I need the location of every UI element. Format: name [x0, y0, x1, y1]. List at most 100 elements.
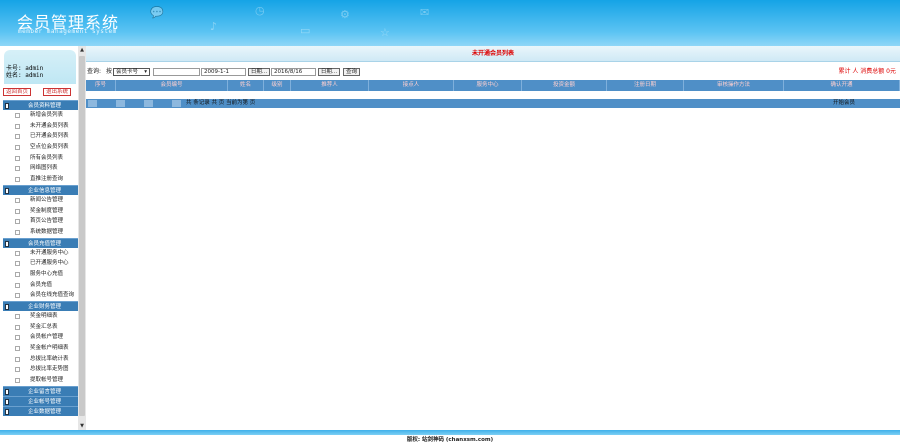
menu-item[interactable]: 服务中心充值: [3, 269, 78, 280]
menu-item[interactable]: 总拔比率统计表: [3, 354, 78, 365]
menu-group-label: 企业留言管理: [28, 388, 62, 395]
menu-item[interactable]: 已开通服务中心: [3, 258, 78, 269]
copyright-text: 版权: 站剑神码 (chanxsm.com): [406, 437, 494, 443]
date-from-input[interactable]: 2009-1-1: [201, 68, 246, 76]
menu-item[interactable]: 新闻公告管理: [3, 195, 78, 206]
pager-text: 共 条记录 共 页 当前为第 页: [186, 100, 256, 106]
column-header: 确认开通: [784, 80, 900, 91]
menu-group-label: 企业信息管理: [28, 187, 62, 194]
menu-group[interactable]: 企业留言管理: [3, 385, 78, 396]
menu-item-label: 会员充值: [30, 281, 53, 288]
menu-item-label: 直推注册查询: [30, 176, 64, 183]
menu-item[interactable]: 首页公告管理: [3, 216, 78, 227]
bullet-icon: [15, 378, 20, 384]
dropdown-arrow-icon: ▾: [144, 69, 147, 75]
bullet-icon: [15, 177, 20, 183]
next-page-button[interactable]: [144, 100, 153, 107]
keyword-input[interactable]: [153, 68, 200, 76]
menu-group[interactable]: 企业信息管理: [3, 184, 78, 195]
menu-item[interactable]: 总拔比率走势图: [3, 364, 78, 375]
star-icon: ☆: [380, 26, 390, 39]
search-button[interactable]: 查询: [343, 68, 360, 76]
column-header: 审核操作方法: [684, 80, 784, 91]
menu-item[interactable]: 直推注册查询: [3, 174, 78, 185]
bullet-icon: [15, 197, 20, 203]
logout-button[interactable]: 退出系统: [43, 88, 72, 96]
menu-item-label: 总拔比率走势图: [30, 366, 69, 373]
menu-item[interactable]: 所有会员列表: [3, 153, 78, 164]
app-subtitle: member management system: [18, 28, 117, 35]
bullet-icon: [15, 282, 20, 288]
bullet-icon: [15, 134, 20, 140]
menu-item-label: 奖金帐户明细表: [30, 345, 69, 352]
query-label: 查询:: [87, 68, 102, 75]
menu-item[interactable]: 未开通会员列表: [3, 121, 78, 132]
menu-item[interactable]: 奖金制度管理: [3, 206, 78, 217]
bullet-icon: [15, 324, 20, 330]
menu-item[interactable]: 会员充值: [3, 280, 78, 291]
book-icon: [5, 103, 9, 109]
prev-page-button[interactable]: [116, 100, 125, 107]
menu-item-label: 首页公告管理: [30, 218, 64, 225]
menu-group-label: 企业数据管理: [28, 408, 62, 415]
bullet-icon: [15, 123, 20, 129]
menu-item[interactable]: 网络图列表: [3, 163, 78, 174]
menu-group[interactable]: 企业帐号管理: [3, 395, 78, 406]
date-to-button[interactable]: 日期...: [318, 68, 340, 76]
menu-item-label: 新增会员列表: [30, 112, 64, 118]
scrollbar-thumb[interactable]: [79, 56, 85, 416]
menu-item[interactable]: 系统数据管理: [3, 227, 78, 238]
menu-item-label: 会员帐户管理: [30, 334, 64, 341]
menu-group[interactable]: 会员资料管理: [3, 100, 78, 110]
field-select-value: 会员卡号: [116, 69, 139, 75]
sidebar-top-buttons: 返回首页 退出系统: [3, 88, 79, 97]
column-header: 投资金额: [522, 80, 607, 91]
by-label: 按: [106, 68, 113, 75]
first-page-button[interactable]: [88, 100, 97, 107]
envelope-icon: ✉: [420, 6, 430, 19]
gear-icon: ⚙: [340, 8, 350, 21]
scroll-down-arrow-icon[interactable]: ▼: [78, 422, 86, 430]
pager-bar: 共 条记录 共 页 当前为第 页 开始会员: [86, 99, 900, 108]
menu-item-label: 会员在线充值查询: [30, 292, 75, 299]
column-header: 序号: [86, 80, 116, 91]
menu-item[interactable]: 新增会员列表: [3, 110, 78, 121]
column-header: 接点人: [369, 80, 454, 91]
menu-item[interactable]: 已开通会员列表: [3, 131, 78, 142]
user-name: 姓名: admin: [6, 72, 44, 79]
menu-item-label: 已开通服务中心: [30, 260, 69, 267]
book-icon: [5, 398, 9, 405]
menu-item[interactable]: 提取帐号管理: [3, 375, 78, 386]
field-select[interactable]: 会员卡号 ▾: [113, 68, 150, 76]
menu-item[interactable]: 会员帐户管理: [3, 332, 78, 343]
menu-item-label: 奖金汇总表: [30, 323, 58, 330]
menu-item[interactable]: 奖金明细表: [3, 311, 78, 322]
menu-group[interactable]: 企业财务管理: [3, 301, 78, 311]
sidebar-scrollbar[interactable]: ▲ ▼: [78, 46, 86, 430]
menu-item[interactable]: 空点位会员列表: [3, 142, 78, 153]
menu-item[interactable]: 会员在线充值查询: [3, 290, 78, 301]
menu-group[interactable]: 企业数据管理: [3, 405, 78, 416]
bullet-icon: [15, 367, 20, 373]
scroll-up-arrow-icon[interactable]: ▲: [78, 46, 86, 54]
menu-item-label: 总拔比率统计表: [30, 355, 69, 362]
home-button[interactable]: 返回首页: [3, 88, 32, 96]
menu-item[interactable]: 未开通服务中心: [3, 248, 78, 259]
app-header: 💬 ♪ ◷ ▭ ⚙ ☆ ✉ 会员管理系统 member management s…: [0, 0, 900, 46]
menu-item[interactable]: 奖金汇总表: [3, 322, 78, 333]
menu-item-label: 空点位会员列表: [30, 144, 69, 151]
bullet-icon: [15, 250, 20, 256]
book-icon: [5, 408, 9, 415]
table-header: 序号 会员编号 姓名 级别 推荐人 接点人 服务中心 投资金额 注册日期 审核操作方法 确认开通: [86, 80, 900, 91]
bullet-icon: [15, 261, 20, 267]
date-to-input[interactable]: 2016/8/16: [271, 68, 316, 76]
last-page-button[interactable]: [172, 100, 181, 107]
menu-group-label: 会员资料管理: [28, 103, 62, 109]
column-header: 注册日期: [607, 80, 684, 91]
date-from-button[interactable]: 日期...: [248, 68, 270, 76]
page-title: 未开通会员列表: [86, 46, 900, 62]
menu-item[interactable]: 奖金帐户明细表: [3, 343, 78, 354]
clock-icon: ◷: [255, 4, 265, 17]
menu-item-label: 所有会员列表: [30, 154, 64, 161]
menu-group[interactable]: 会员充值管理: [3, 237, 78, 248]
